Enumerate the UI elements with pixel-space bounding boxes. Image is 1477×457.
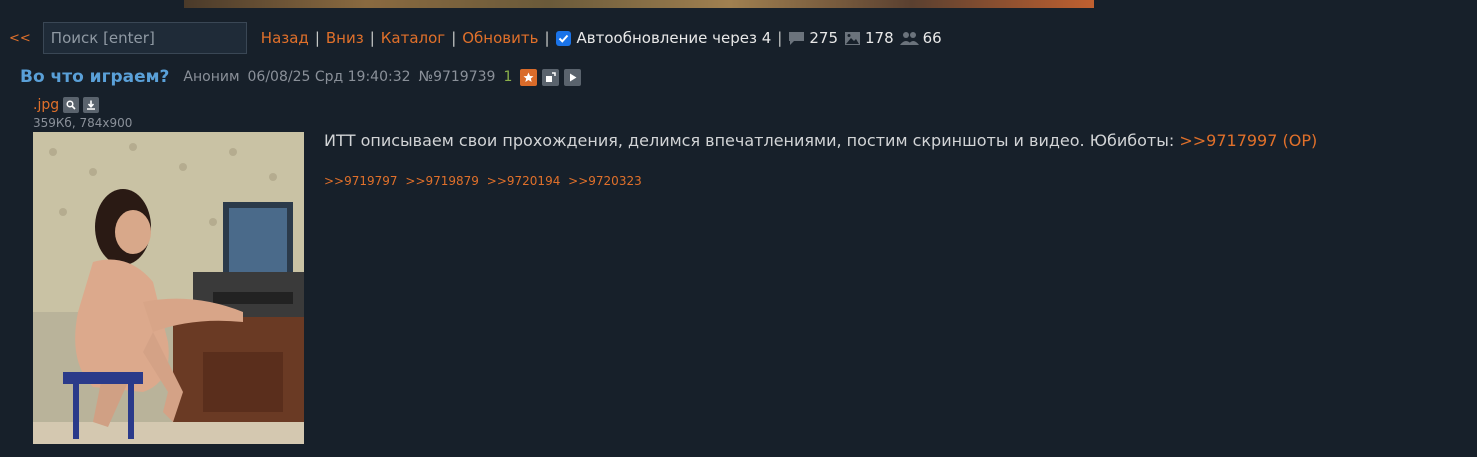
autoupdate-label: Автообновление через 4: [576, 29, 772, 47]
magnifier-icon: [66, 100, 76, 110]
search-image-button[interactable]: [63, 97, 80, 113]
separator: |: [451, 29, 457, 47]
posters-count: 66: [922, 29, 942, 47]
posters-stat: 66: [899, 29, 942, 47]
file-meta: 359Кб, 784x900: [33, 116, 133, 130]
images-count: 178: [865, 29, 894, 47]
download-button[interactable]: [83, 97, 100, 113]
post-subject: Во что играем?: [20, 67, 170, 87]
check-icon: [558, 34, 568, 43]
nav-refresh-link[interactable]: Обновить: [462, 29, 538, 47]
file-info: .jpg 359Кб, 784x900: [33, 96, 132, 130]
images-stat: 178: [844, 29, 894, 47]
image-icon: [845, 31, 860, 45]
expand-icon: [546, 71, 557, 82]
reply-link[interactable]: >>9720323: [568, 174, 642, 188]
file-name[interactable]: .jpg: [33, 97, 59, 113]
separator: |: [314, 29, 320, 47]
reply-links: >>9719797 >>9719879 >>9720194 >>9720323: [324, 170, 1424, 192]
post-reply-count[interactable]: 1: [503, 69, 512, 85]
download-icon: [87, 100, 96, 110]
nav-catalog-link[interactable]: Каталог: [381, 29, 445, 47]
post-datetime: 06/08/25 Срд 19:40:32: [247, 69, 411, 85]
post-number[interactable]: №9719739: [419, 69, 496, 85]
post-body: ИТТ описываем свои прохождения, делимся …: [324, 130, 1424, 192]
post-text: ИТТ описываем свои прохождения, делимся …: [324, 131, 1180, 150]
op-link[interactable]: >>9717997 (OP): [1179, 131, 1317, 150]
nav-back-link[interactable]: Назад: [261, 29, 309, 47]
separator: |: [369, 29, 375, 47]
expand-button[interactable]: [542, 68, 560, 86]
separator: |: [777, 29, 783, 47]
play-button[interactable]: [564, 68, 582, 86]
separator: |: [544, 29, 550, 47]
reply-link[interactable]: >>9720194: [487, 174, 561, 188]
post-image-thumbnail[interactable]: [33, 132, 304, 444]
post-message: ИТТ описываем свои прохождения, делимся …: [324, 130, 1424, 152]
post-header: Во что играем? Аноним 06/08/25 Срд 19:40…: [20, 66, 586, 88]
autoupdate-checkbox[interactable]: [555, 30, 571, 46]
nav-down-link[interactable]: Вниз: [326, 29, 364, 47]
comment-icon: [789, 31, 805, 45]
favorite-button[interactable]: [520, 68, 538, 86]
board-banner: [184, 0, 1094, 8]
star-icon: [523, 72, 534, 82]
search-input[interactable]: [42, 22, 247, 54]
posts-count: 275: [809, 29, 838, 47]
play-icon: [570, 73, 577, 81]
post-author: Аноним: [183, 69, 240, 85]
reply-link[interactable]: >>9719797: [324, 174, 398, 188]
thumbnail-image: [33, 132, 304, 444]
posts-stat: 275: [788, 29, 838, 47]
back-to-board-link[interactable]: <<: [9, 31, 31, 46]
users-icon: [899, 31, 919, 45]
reply-link[interactable]: >>9719879: [405, 174, 479, 188]
thread-toolbar: << Назад | Вниз | Каталог | Обновить | А…: [0, 22, 1000, 54]
